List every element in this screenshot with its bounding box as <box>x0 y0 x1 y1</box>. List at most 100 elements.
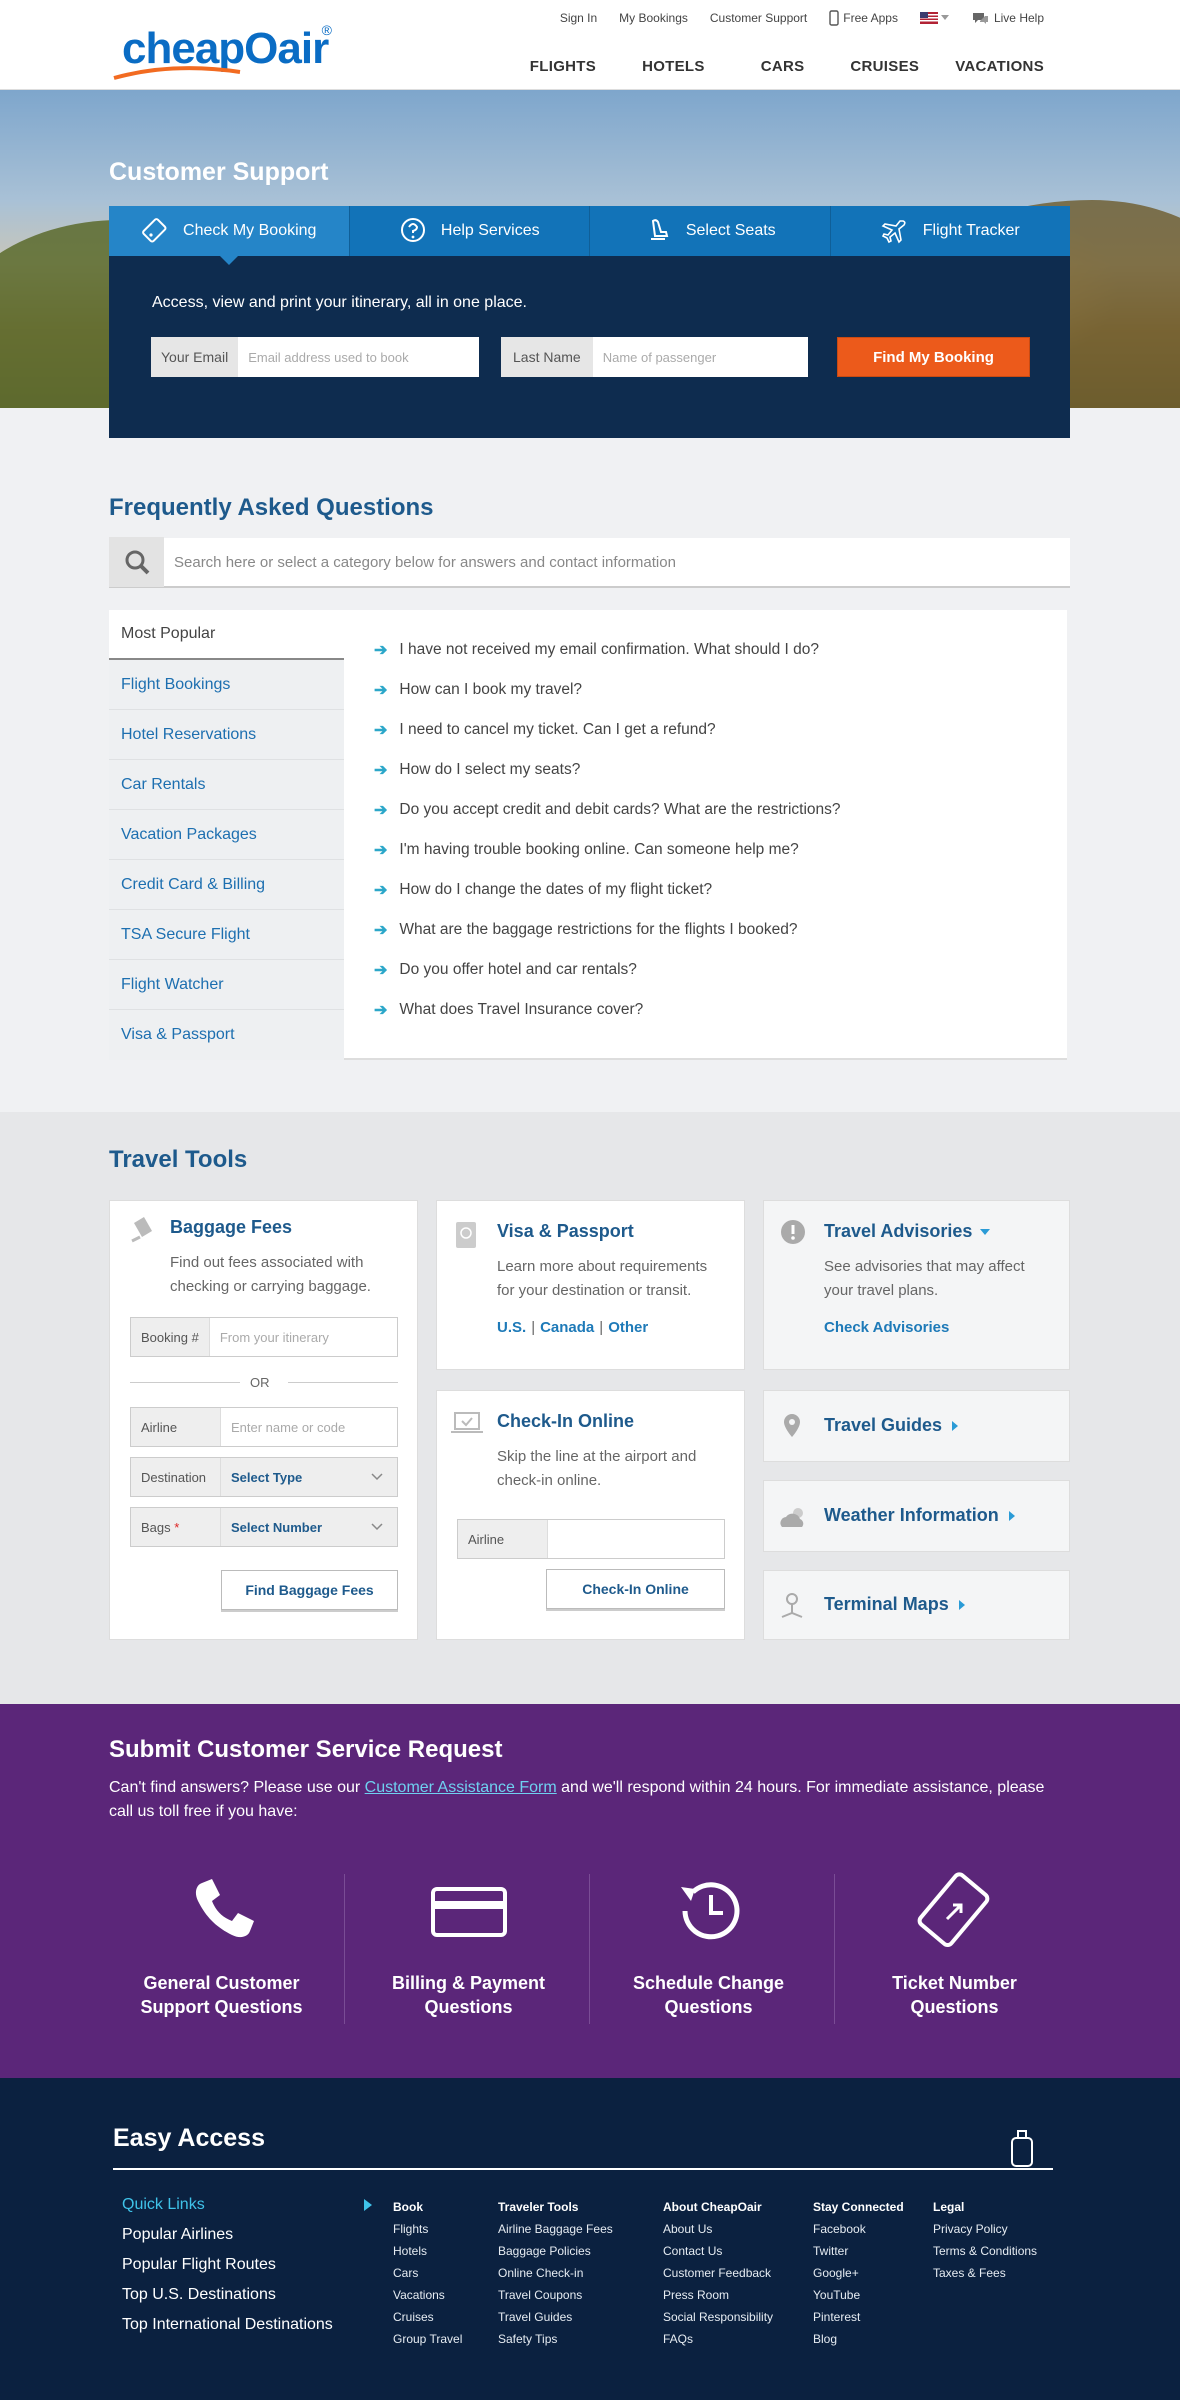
faq-search[interactable]: Search here or select a category below f… <box>109 537 1070 588</box>
popular-flight-routes-tab[interactable]: Popular Flight Routes <box>122 2250 372 2280</box>
footer-link[interactable]: Privacy Policy <box>933 2218 1037 2240</box>
airline-placeholder: Enter name or code <box>231 1419 346 1435</box>
category-tsa-secure-flight[interactable]: TSA Secure Flight <box>109 910 344 960</box>
booking-number-field[interactable]: Booking # From your itinerary <box>130 1317 398 1357</box>
footer-link[interactable]: Facebook <box>813 2218 904 2240</box>
footer-link[interactable]: Taxes & Fees <box>933 2262 1037 2284</box>
footer-col-traveler-tools: Traveler Tools Airline Baggage Fees Bagg… <box>498 2196 613 2350</box>
customer-support-link[interactable]: Customer Support <box>710 11 807 25</box>
weather-information-card[interactable]: Weather Information <box>763 1480 1070 1552</box>
footer-link[interactable]: Safety Tips <box>498 2328 613 2350</box>
find-my-booking-button[interactable]: Find My Booking <box>837 337 1030 377</box>
footer-link[interactable]: Twitter <box>813 2240 904 2262</box>
footer-link[interactable]: Pinterest <box>813 2306 904 2328</box>
ticket-number-item[interactable]: Ticket Number Questions <box>832 1869 1077 2019</box>
footer-link[interactable]: Baggage Policies <box>498 2240 613 2262</box>
travel-advisories-title[interactable]: Travel Advisories <box>824 1221 991 1242</box>
footer-link[interactable]: Blog <box>813 2328 904 2350</box>
footer-link[interactable]: Social Responsibility <box>663 2306 773 2328</box>
footer-link[interactable]: Google+ <box>813 2262 904 2284</box>
footer-link[interactable]: Group Travel <box>393 2328 462 2350</box>
footer-link[interactable]: Travel Coupons <box>498 2284 613 2306</box>
terminal-maps-card[interactable]: Terminal Maps <box>763 1570 1070 1640</box>
popular-airlines-tab[interactable]: Popular Airlines <box>122 2220 372 2250</box>
general-support-item[interactable]: General Customer Support Questions <box>99 1869 344 2019</box>
schedule-change-item[interactable]: Schedule Change Questions <box>586 1869 831 2019</box>
footer-link[interactable]: Airline Baggage Fees <box>498 2218 613 2240</box>
check-in-online-button[interactable]: Check-In Online <box>546 1569 725 1609</box>
top-international-destinations-tab[interactable]: Top International Destinations <box>122 2310 372 2340</box>
faq-question[interactable]: ➔ Do you accept credit and debit cards? W… <box>374 790 841 830</box>
destination-select[interactable]: Destination Select Type <box>130 1457 398 1497</box>
faq-question[interactable]: ➔ I'm having trouble booking online. Can … <box>374 830 841 870</box>
faq-question[interactable]: ➔ How can I book my travel? <box>374 670 841 710</box>
support-panel: Check My Booking Help Services Select Se… <box>109 206 1070 438</box>
top-us-destinations-tab[interactable]: Top U.S. Destinations <box>122 2280 372 2310</box>
category-credit-card-billing[interactable]: Credit Card & Billing <box>109 860 344 910</box>
sign-in-link[interactable]: Sign In <box>560 11 597 25</box>
visa-passport-title[interactable]: Visa & Passport <box>497 1221 634 1242</box>
passport-icon <box>456 1222 476 1248</box>
visa-link-canada[interactable]: Canada <box>540 1319 594 1336</box>
footer-link[interactable]: Contact Us <box>663 2240 773 2262</box>
email-field[interactable]: Your Email Email address used to book <box>151 337 479 377</box>
bags-select[interactable]: Bags * Select Number <box>130 1507 398 1547</box>
visa-link-other[interactable]: Other <box>608 1319 648 1336</box>
visa-link-us[interactable]: U.S. <box>497 1319 526 1336</box>
free-apps-link[interactable]: Free Apps <box>829 10 898 26</box>
footer-link[interactable]: Flights <box>393 2218 462 2240</box>
footer-link[interactable]: FAQs <box>663 2328 773 2350</box>
my-bookings-link[interactable]: My Bookings <box>619 11 688 25</box>
category-flight-watcher[interactable]: Flight Watcher <box>109 960 344 1010</box>
faq-question[interactable]: ➔ I have not received my email confirmati… <box>374 630 841 670</box>
nav-vacations[interactable]: VACATIONS <box>937 58 1044 75</box>
check-in-airline-field[interactable]: Airline <box>457 1519 725 1559</box>
category-hotel-reservations[interactable]: Hotel Reservations <box>109 710 344 760</box>
faq-question[interactable]: ➔ What are the baggage restrictions for t… <box>374 910 841 950</box>
nav-hotels[interactable]: HOTELS <box>614 58 733 75</box>
check-advisories-link[interactable]: Check Advisories <box>824 1319 949 1336</box>
billing-payment-item[interactable]: Billing & Payment Questions <box>346 1869 591 2019</box>
footer-link[interactable]: Vacations <box>393 2284 462 2306</box>
tab-check-my-booking[interactable]: Check My Booking <box>109 206 350 265</box>
footer-link[interactable]: Press Room <box>663 2284 773 2306</box>
nav-flights[interactable]: FLIGHTS <box>512 58 614 75</box>
customer-assistance-form-link[interactable]: Customer Assistance Form <box>365 1779 557 1796</box>
footer-divider <box>113 2168 1053 2170</box>
category-visa-passport[interactable]: Visa & Passport <box>109 1010 344 1060</box>
faq-question[interactable]: ➔ Do you offer hotel and car rentals? <box>374 950 841 990</box>
footer-link[interactable]: YouTube <box>813 2284 904 2306</box>
baggage-fees-title[interactable]: Baggage Fees <box>170 1217 292 1238</box>
faq-question[interactable]: ➔ What does Travel Insurance cover? <box>374 990 841 1030</box>
nav-cars[interactable]: CARS <box>733 58 833 75</box>
footer-link[interactable]: Online Check-in <box>498 2262 613 2284</box>
footer-link[interactable]: About Us <box>663 2218 773 2240</box>
travel-guides-card[interactable]: Travel Guides <box>763 1390 1070 1462</box>
country-selector[interactable] <box>919 12 949 24</box>
footer-link[interactable]: Hotels <box>393 2240 462 2262</box>
faq-question[interactable]: ➔ How do I select my seats? <box>374 750 841 790</box>
footer-link[interactable]: Cruises <box>393 2306 462 2328</box>
live-help-link[interactable]: Live Help <box>971 11 1044 25</box>
category-vacation-packages[interactable]: Vacation Packages <box>109 810 344 860</box>
category-most-popular[interactable]: Most Popular <box>109 610 344 660</box>
faq-question[interactable]: ➔ How do I change the dates of my flight … <box>374 870 841 910</box>
nav-cruises[interactable]: CRUISES <box>832 58 937 75</box>
check-in-online-title[interactable]: Check-In Online <box>497 1411 634 1432</box>
faq-question[interactable]: ➔ I need to cancel my ticket. Can I get a… <box>374 710 841 750</box>
quick-links-tab[interactable]: Quick Links <box>122 2190 372 2220</box>
find-baggage-fees-button[interactable]: Find Baggage Fees <box>221 1570 398 1610</box>
last-name-field[interactable]: Last Name Name of passenger <box>501 337 808 377</box>
tab-flight-tracker[interactable]: Flight Tracker <box>831 206 1071 256</box>
cheapoair-logo[interactable]: cheapOair ® <box>112 14 332 80</box>
footer-link[interactable]: Customer Feedback <box>663 2262 773 2284</box>
category-flight-bookings[interactable]: Flight Bookings <box>109 660 344 710</box>
category-car-rentals[interactable]: Car Rentals <box>109 760 344 810</box>
tab-select-seats[interactable]: Select Seats <box>590 206 831 256</box>
footer-col-heading: Book <box>393 2200 423 2214</box>
tab-help-services[interactable]: Help Services <box>350 206 590 256</box>
footer-link[interactable]: Cars <box>393 2262 462 2284</box>
airline-field[interactable]: Airline Enter name or code <box>130 1407 398 1447</box>
footer-link[interactable]: Terms & Conditions <box>933 2240 1037 2262</box>
footer-link[interactable]: Travel Guides <box>498 2306 613 2328</box>
